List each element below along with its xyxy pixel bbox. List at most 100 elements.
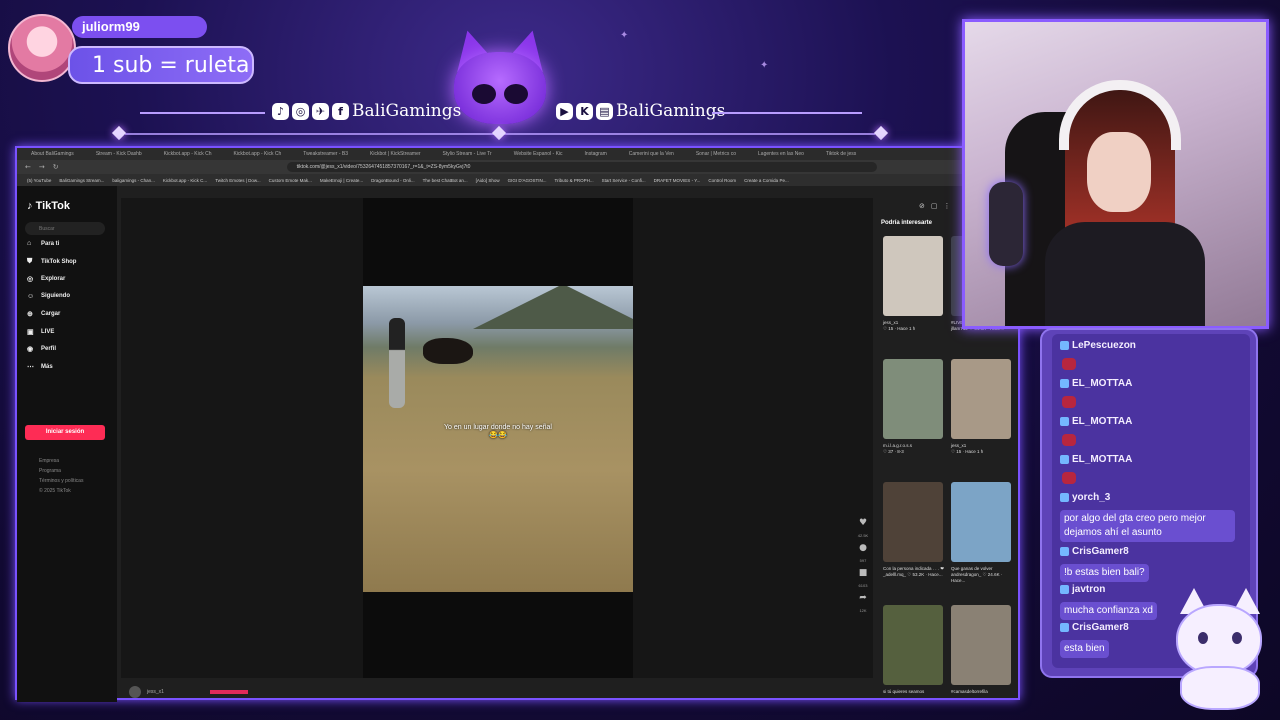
- action-icon[interactable]: ●: [859, 543, 867, 553]
- suggested-video-thumbnail[interactable]: [883, 605, 943, 685]
- video-player[interactable]: Yo en un lugar donde no hay señal 😂😂: [363, 286, 633, 592]
- nav-item-tiktok-shop[interactable]: ⛊ TikTok Shop: [27, 258, 76, 266]
- bookmark-item[interactable]: MakeEmoji | Create...: [320, 178, 363, 183]
- browser-tab[interactable]: Sonar | Metrics co: [686, 151, 746, 157]
- login-button[interactable]: Iniciar sesión: [25, 425, 105, 440]
- suggested-video-caption: jess_x1 ♡ 15 · Hace 1 h: [883, 320, 916, 331]
- browser-tab-bar: About BaliGamings Stream - Kick Dashb Kick…: [17, 148, 1018, 160]
- youtube-icon: ▶: [556, 102, 573, 120]
- bookmark-item[interactable]: Create a Comida Pe...: [744, 178, 789, 183]
- nav-item-para-ti[interactable]: ⌂ Para ti: [27, 240, 59, 247]
- cat-logo-icon: [447, 25, 553, 128]
- chat-username[interactable]: EL_MOTTAA: [1060, 416, 1132, 427]
- nav-icon: ⊕: [27, 311, 33, 318]
- search-input[interactable]: Buscar: [25, 222, 105, 235]
- bookmark-item[interactable]: (5) YouTube: [27, 178, 51, 183]
- suggested-video-thumbnail[interactable]: [951, 605, 1011, 685]
- bookmark-item[interactable]: Custom Emote Mak...: [269, 178, 312, 183]
- browser-tab[interactable]: Kickbot.app - Kick Ch: [154, 151, 222, 157]
- browser-tab[interactable]: About BaliGamings: [21, 151, 84, 157]
- action-icon[interactable]: ♥: [859, 518, 867, 528]
- chat-username[interactable]: javtron: [1060, 584, 1105, 595]
- bookmark-item[interactable]: Tributo & PROPH...: [555, 178, 594, 183]
- nav-icon: ▣: [27, 328, 34, 336]
- grid-icon[interactable]: ▢: [931, 202, 938, 210]
- footer-link[interactable]: Términos y políticas: [39, 478, 83, 484]
- follow-button[interactable]: [209, 690, 248, 694]
- streamer-shirt: [1045, 222, 1205, 326]
- tiktok-logo[interactable]: ♪ TikTok: [27, 200, 70, 212]
- nav-icon: ⋯: [27, 363, 34, 371]
- twitter-icon: ✈: [312, 102, 329, 120]
- chat-username[interactable]: CrisGamer8: [1060, 622, 1129, 633]
- chat-badge-icon: [1060, 341, 1069, 350]
- suggested-video-thumbnail[interactable]: [883, 482, 943, 562]
- footer-link[interactable]: Programa: [39, 468, 61, 474]
- browser-tab[interactable]: Website Espanol - Kic: [504, 151, 573, 157]
- bookmark-item[interactable]: Kickbot.app - Kick C...: [163, 178, 207, 183]
- nav-item-live[interactable]: ▣ LIVE: [27, 328, 54, 336]
- chat-username[interactable]: EL_MOTTAA: [1060, 454, 1132, 465]
- chat-badge-icon: [1060, 547, 1069, 556]
- chat-message: esta bien: [1060, 640, 1109, 658]
- bookmark-item[interactable]: Start Service - Confi...: [602, 178, 646, 183]
- suggested-video-thumbnail[interactable]: [951, 359, 1011, 439]
- browser-tab[interactable]: Instagram: [575, 151, 617, 157]
- bookmark-item[interactable]: BaliGamings Stream...: [59, 178, 104, 183]
- chat-username[interactable]: yorch_3: [1060, 492, 1110, 503]
- nav-item-más[interactable]: ⋯ Más: [27, 363, 53, 371]
- chat-emote-icon: [1062, 472, 1076, 484]
- social-links-right: ▶ K ▤ BaliGamings: [556, 98, 725, 124]
- nav-label: TikTok Shop: [41, 258, 77, 265]
- nav-item-cargar[interactable]: ⊕ Cargar: [27, 310, 60, 318]
- browser-tab[interactable]: Tweakstreamer - B3: [293, 151, 358, 157]
- footer-link[interactable]: © 2025 TikTok: [39, 488, 71, 494]
- nav-item-explorar[interactable]: ◎ Explorar: [27, 275, 65, 283]
- more-icon[interactable]: ⋮: [944, 202, 951, 210]
- browser-tab[interactable]: Kickbot | KickStreamer: [360, 151, 430, 157]
- microphone-icon: [989, 182, 1023, 266]
- bookmark-item[interactable]: GIGI D'AGOSTIN...: [508, 178, 547, 183]
- browser-tab[interactable]: Stylio Stream - Live Tr: [433, 151, 502, 157]
- nav-icon: ◎: [27, 276, 34, 283]
- nav-icon: ⛊: [27, 257, 33, 265]
- chat-username[interactable]: LePescuezon: [1060, 340, 1136, 351]
- emoji-icon[interactable]: ⊘: [919, 202, 925, 210]
- social-handle-right: BaliGamings: [616, 101, 726, 121]
- browser-tab[interactable]: Kickbot.app - Kick Ch: [223, 151, 291, 157]
- bookmark-item[interactable]: baligamings - Chan...: [112, 178, 155, 183]
- chat-username[interactable]: CrisGamer8: [1060, 546, 1129, 557]
- back-icon[interactable]: ←: [25, 163, 31, 171]
- chat-emote-icon: [1062, 396, 1076, 408]
- forward-icon[interactable]: →: [39, 163, 45, 171]
- bookmark-item[interactable]: The best ChatBot an...: [423, 178, 468, 183]
- bookmark-item[interactable]: [Aido] Show: [476, 178, 500, 183]
- suggested-video-thumbnail[interactable]: [883, 236, 943, 316]
- browser-tab[interactable]: Tiktok de jess: [816, 151, 866, 157]
- suggested-video-thumbnail[interactable]: [951, 482, 1011, 562]
- video-author[interactable]: jess_x1: [129, 686, 248, 698]
- suggested-video-thumbnail[interactable]: [883, 359, 943, 439]
- chat-username[interactable]: EL_MOTTAA: [1060, 378, 1132, 389]
- url-field[interactable]: tiktok.com/@jess_x1/video/75326474518573…: [286, 162, 877, 172]
- suggested-video-caption: jess_x1 ♡ 15 · Hace 1 h: [951, 443, 984, 454]
- browser-tab[interactable]: Lagentes en las Neo: [748, 151, 814, 157]
- suggested-video-caption: Con la persona indicada . . . ❤ _adelll.m…: [883, 566, 945, 577]
- bookmark-item[interactable]: Control Room: [708, 178, 736, 183]
- suggested-video-caption: m.i.l.a.g.r.o.s.s ♡ 37 · 8-3: [883, 443, 913, 454]
- browser-tab[interactable]: Camerini que la Ven: [619, 151, 684, 157]
- browser-tab[interactable]: Stream - Kick Dashb: [86, 151, 152, 157]
- nav-item-siguiendo[interactable]: ☺ Siguiendo: [27, 293, 70, 300]
- bookmark-item[interactable]: DragonBound - Onli...: [371, 178, 415, 183]
- bookmark-item[interactable]: Twitch Emotes | Dow...: [215, 178, 260, 183]
- footer-link[interactable]: Empresa: [39, 458, 59, 464]
- action-icon[interactable]: ➦: [859, 593, 867, 603]
- nav-item-perfil[interactable]: ◉ Perfil: [27, 345, 56, 353]
- bookmark-item[interactable]: DRAFET MOVIES - Y...: [654, 178, 701, 183]
- reload-icon[interactable]: ↻: [53, 163, 59, 171]
- action-count: 6103: [858, 583, 868, 588]
- chat-emote-icon: [1062, 434, 1076, 446]
- action-icon[interactable]: ■: [859, 568, 868, 578]
- chat-badge-icon: [1060, 379, 1069, 388]
- instagram-icon: ◎: [292, 102, 309, 120]
